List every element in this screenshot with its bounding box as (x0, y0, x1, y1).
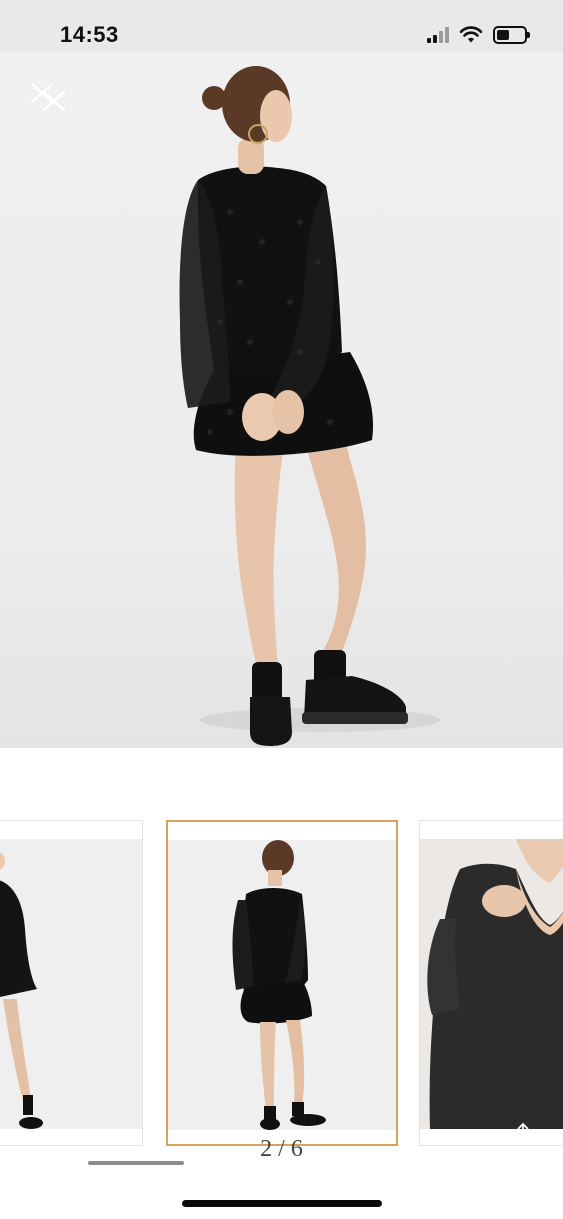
thumbnail-1[interactable] (0, 820, 143, 1146)
close-icon (30, 82, 66, 112)
wifi-icon (459, 26, 483, 43)
home-indicator[interactable] (182, 1200, 382, 1207)
status-icons (427, 26, 530, 44)
thumbnail-3-image (420, 839, 563, 1129)
battery-icon (493, 26, 530, 44)
model-back-view-image (179, 66, 440, 746)
page-indicator: 2 / 6 (260, 1136, 303, 1162)
main-product-photo[interactable] (0, 52, 563, 748)
status-bar: 14:53 (0, 0, 563, 52)
horizontal-scrollbar[interactable] (88, 1161, 184, 1165)
thumbnail-strip[interactable] (0, 820, 563, 1150)
cellular-signal-icon (427, 27, 449, 43)
thumbnail-2-selected[interactable] (166, 820, 398, 1146)
thumbnail-2-image (168, 840, 396, 1130)
thumbnail-1-image (0, 839, 142, 1129)
close-button[interactable] (26, 80, 70, 116)
status-time: 14:53 (60, 22, 119, 47)
thumbnail-3[interactable] (419, 820, 563, 1146)
